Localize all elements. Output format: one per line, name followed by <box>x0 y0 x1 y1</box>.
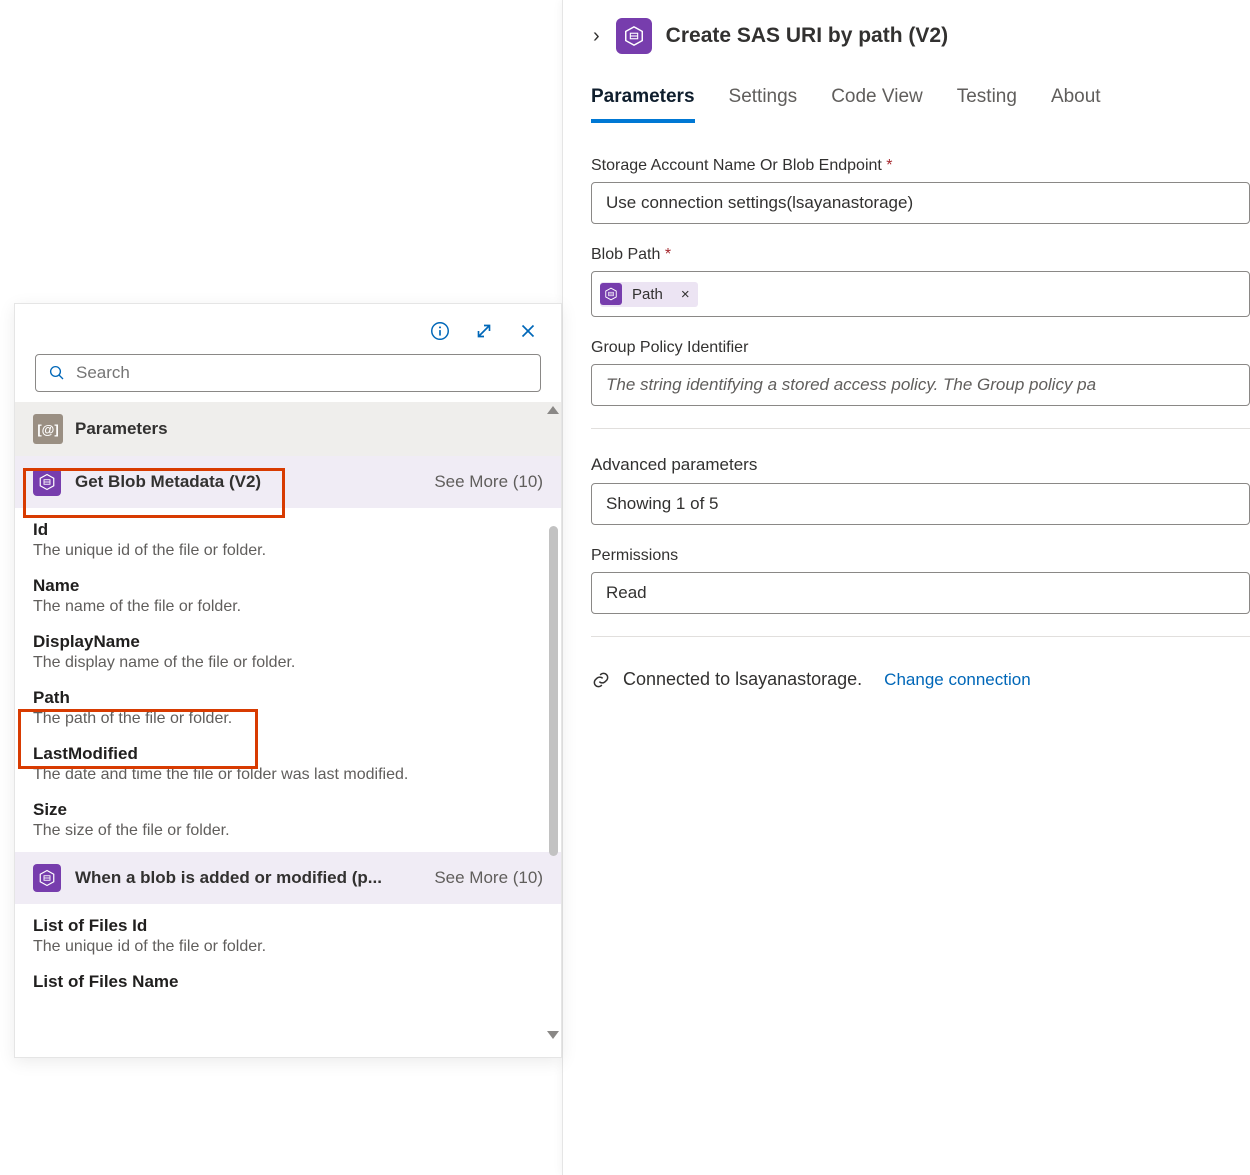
connection-row: Connected to lsayanastorage. Change conn… <box>591 669 1250 690</box>
advanced-parameters-section: Advanced parameters <box>591 455 1250 525</box>
storage-account-input[interactable] <box>591 182 1250 224</box>
output-list-metadata: Id The unique id of the file or folder. … <box>15 508 561 852</box>
token-label: Path <box>622 282 673 307</box>
change-connection-link[interactable]: Change connection <box>884 670 1031 690</box>
action-name: When a blob is added or modified (p... <box>75 868 382 888</box>
output-list-trigger: List of Files Id The unique id of the fi… <box>15 904 561 1004</box>
field-group-policy: Group Policy Identifier <box>591 339 1250 406</box>
search-input[interactable] <box>76 363 528 383</box>
info-icon[interactable] <box>429 320 451 342</box>
panel-tabs: Parameters Settings Code View Testing Ab… <box>591 74 1250 123</box>
divider <box>591 428 1250 429</box>
scroll-up-arrow-icon[interactable] <box>547 406 559 414</box>
action-row-blob-trigger[interactable]: When a blob is added or modified (p... S… <box>15 852 561 904</box>
field-label: Group Policy Identifier <box>591 339 1250 357</box>
label-text: Blob Path <box>591 246 660 263</box>
output-item-path[interactable]: Path The path of the file or folder. <box>15 680 561 736</box>
output-item-lastmodified[interactable]: LastModified The date and time the file … <box>15 736 561 792</box>
label-text: Storage Account Name Or Blob Endpoint <box>591 157 882 174</box>
connector-icon <box>33 864 61 892</box>
picker-scroll-area: [@] Parameters Get Blob Metadata (V2) Se… <box>15 402 561 1043</box>
item-desc: The unique id of the file or folder. <box>33 938 543 956</box>
token-remove-icon[interactable]: × <box>673 282 698 307</box>
close-icon[interactable] <box>517 320 539 342</box>
output-item-name[interactable]: Name The name of the file or folder. <box>15 568 561 624</box>
tab-testing[interactable]: Testing <box>957 86 1017 123</box>
picker-topbar <box>15 304 561 354</box>
parameters-form: Storage Account Name Or Blob Endpoint * … <box>591 123 1250 690</box>
item-title: LastModified <box>33 744 543 764</box>
field-label: Permissions <box>591 547 1250 565</box>
scroll-thumb[interactable] <box>549 526 558 856</box>
item-title: List of Files Name <box>33 972 543 992</box>
item-title: Name <box>33 576 543 596</box>
tab-codeview[interactable]: Code View <box>831 86 923 123</box>
item-desc: The name of the file or folder. <box>33 598 543 616</box>
field-blob-path: Blob Path * Path × <box>591 246 1250 317</box>
dynamic-content-picker: [@] Parameters Get Blob Metadata (V2) Se… <box>14 303 562 1058</box>
output-item-displayname[interactable]: DisplayName The display name of the file… <box>15 624 561 680</box>
scroll-down-arrow-icon[interactable] <box>547 1031 559 1039</box>
group-header-parameters: [@] Parameters <box>15 402 561 456</box>
permissions-select[interactable] <box>591 572 1250 614</box>
see-more-link[interactable]: See More (10) <box>434 868 543 888</box>
search-box[interactable] <box>35 354 541 392</box>
item-title: Size <box>33 800 543 820</box>
item-title: List of Files Id <box>33 916 543 936</box>
group-policy-input[interactable] <box>591 364 1250 406</box>
output-item-id[interactable]: Id The unique id of the file or folder. <box>15 512 561 568</box>
blob-path-input[interactable]: Path × <box>591 271 1250 317</box>
group-header-label: Parameters <box>75 419 168 439</box>
field-label: Storage Account Name Or Blob Endpoint * <box>591 157 1250 175</box>
expand-icon[interactable] <box>473 320 495 342</box>
item-desc: The size of the file or folder. <box>33 822 543 840</box>
tab-parameters[interactable]: Parameters <box>591 86 695 123</box>
field-storage-account: Storage Account Name Or Blob Endpoint * <box>591 157 1250 224</box>
item-desc: The path of the file or folder. <box>33 710 543 728</box>
connection-text: Connected to lsayanastorage. <box>623 669 862 690</box>
output-item-size[interactable]: Size The size of the file or folder. <box>15 792 561 848</box>
field-label: Blob Path * <box>591 246 1250 264</box>
dynamic-content-token[interactable]: Path × <box>600 282 698 307</box>
required-asterisk: * <box>665 246 671 263</box>
see-more-link[interactable]: See More (10) <box>434 472 543 492</box>
field-permissions: Permissions <box>591 547 1250 614</box>
link-icon <box>591 670 611 690</box>
output-item-listfiles-id[interactable]: List of Files Id The unique id of the fi… <box>15 908 561 964</box>
item-title: Id <box>33 520 543 540</box>
item-title: Path <box>33 688 543 708</box>
search-icon <box>48 364 66 382</box>
picker-scrollbar[interactable] <box>547 406 559 1039</box>
action-name: Get Blob Metadata (V2) <box>75 472 261 492</box>
token-icon <box>600 283 622 305</box>
section-title: Advanced parameters <box>591 455 1250 475</box>
panel-title: Create SAS URI by path (V2) <box>666 24 948 48</box>
connector-icon <box>33 468 61 496</box>
item-desc: The display name of the file or folder. <box>33 654 543 672</box>
panel-header: › Create SAS URI by path (V2) <box>591 12 1250 74</box>
item-desc: The date and time the file or folder was… <box>33 766 543 784</box>
action-row-get-blob-metadata[interactable]: Get Blob Metadata (V2) See More (10) <box>15 456 561 508</box>
action-config-panel: › Create SAS URI by path (V2) Parameters… <box>562 0 1250 1175</box>
collapse-chevron-icon[interactable]: › <box>591 25 602 48</box>
parameters-icon: [@] <box>33 414 63 444</box>
item-desc: The unique id of the file or folder. <box>33 542 543 560</box>
item-title: DisplayName <box>33 632 543 652</box>
tab-settings[interactable]: Settings <box>729 86 798 123</box>
connector-icon <box>616 18 652 54</box>
output-item-listfiles-name[interactable]: List of Files Name <box>15 964 561 1000</box>
tab-about[interactable]: About <box>1051 86 1101 123</box>
required-asterisk: * <box>886 157 892 174</box>
divider <box>591 636 1250 637</box>
advanced-params-select[interactable] <box>591 483 1250 525</box>
